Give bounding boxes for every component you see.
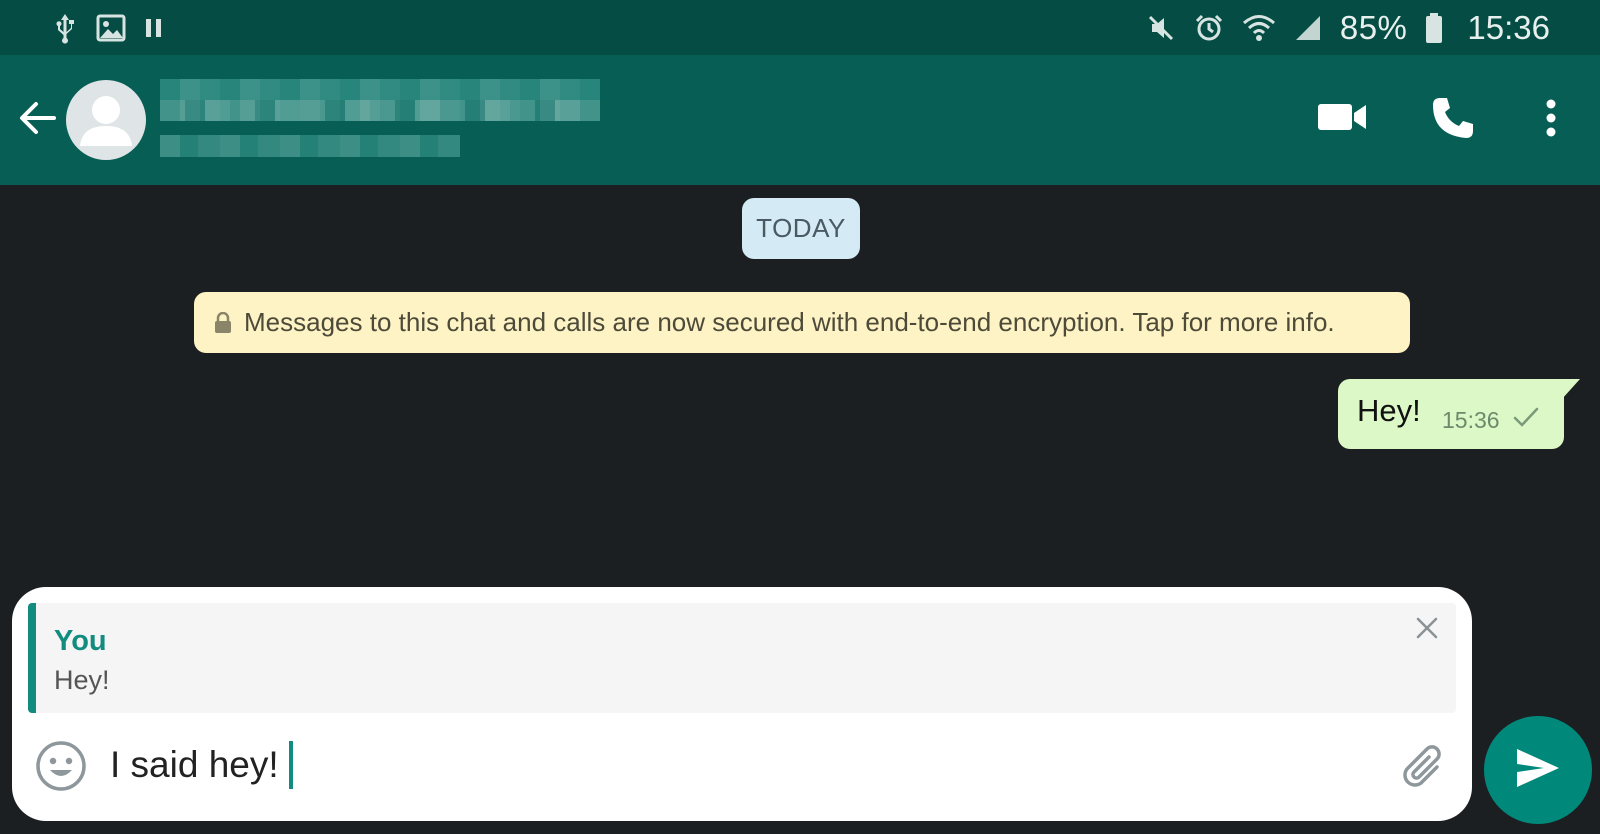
reply-author: You <box>54 625 107 657</box>
battery-percent: 85% <box>1339 8 1408 46</box>
message-composer: You Hey! I said hey! <box>12 587 1472 821</box>
back-arrow-icon <box>16 102 60 144</box>
reply-preview[interactable]: You Hey! <box>28 603 1456 713</box>
battery-icon <box>1425 12 1443 44</box>
phone-icon <box>1430 95 1476 146</box>
status-bar: 85% 15:36 <box>0 0 1600 55</box>
encryption-notice-text: Messages to this chat and calls are now … <box>244 307 1335 337</box>
reply-text: Hey! <box>54 665 110 695</box>
voice-call-button[interactable] <box>1428 95 1478 145</box>
message-text: Hey! <box>1357 393 1421 428</box>
emoji-icon <box>34 741 88 797</box>
emoji-button[interactable] <box>34 739 88 793</box>
attach-icon <box>1395 745 1451 797</box>
alarm-icon <box>1194 13 1224 43</box>
image-icon <box>96 14 126 42</box>
video-call-button[interactable] <box>1314 95 1370 143</box>
message-input-value: I said hey! <box>110 744 279 785</box>
avatar[interactable] <box>66 80 146 160</box>
status-bar-right: 85% 15:36 <box>1146 9 1550 47</box>
send-icon <box>1514 746 1562 795</box>
single-check-icon <box>1512 405 1540 434</box>
message-input[interactable]: I said hey! <box>110 735 1340 795</box>
mute-icon <box>1146 13 1176 43</box>
outgoing-message[interactable]: Hey! 15:36 <box>1338 379 1580 449</box>
lock-icon <box>214 311 232 334</box>
usb-icon <box>52 12 78 44</box>
more-vert-icon <box>1545 98 1557 143</box>
cancel-reply-button[interactable] <box>1410 613 1444 647</box>
pause-icon <box>144 17 164 39</box>
encryption-notice[interactable]: Messages to this chat and calls are now … <box>194 292 1410 353</box>
message-time: 15:36 <box>1442 407 1500 433</box>
back-button[interactable] <box>16 96 60 140</box>
date-chip: TODAY <box>742 198 860 259</box>
contact-status <box>160 135 460 157</box>
signal-icon <box>1294 14 1322 42</box>
text-caret <box>288 741 293 789</box>
avatar-icon <box>66 96 146 160</box>
status-time: 15:36 <box>1467 8 1550 46</box>
chat-header <box>0 55 1600 185</box>
wifi-icon <box>1242 13 1276 43</box>
send-button[interactable] <box>1484 716 1592 824</box>
close-icon <box>1415 616 1439 645</box>
status-bar-left <box>52 12 164 44</box>
contact-name[interactable] <box>160 79 600 121</box>
video-call-icon <box>1316 101 1368 138</box>
more-options-button[interactable] <box>1535 95 1567 145</box>
attach-button[interactable] <box>1395 737 1451 793</box>
